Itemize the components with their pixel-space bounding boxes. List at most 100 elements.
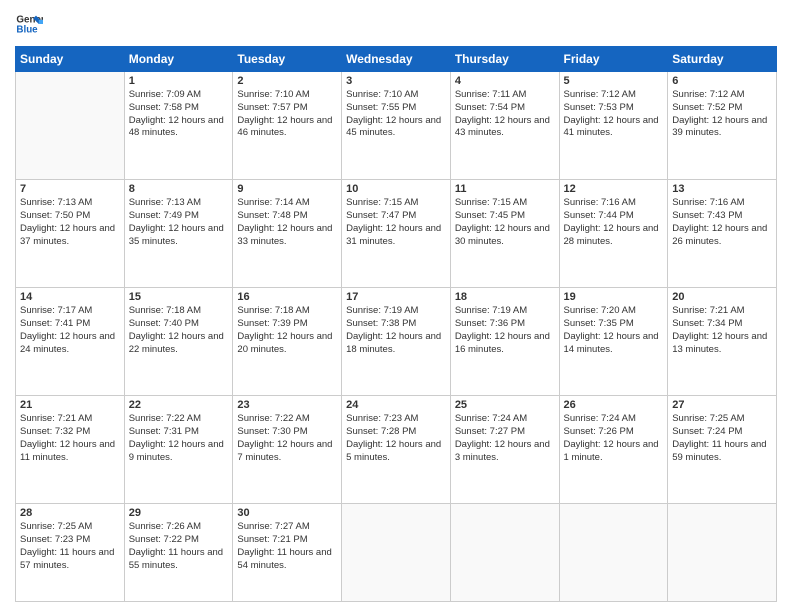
day-number: 3	[346, 75, 446, 87]
day-info: Sunrise: 7:26 AMSunset: 7:22 PMDaylight:…	[129, 521, 229, 572]
cell-empty	[450, 504, 559, 602]
cell-20: 20 Sunrise: 7:21 AMSunset: 7:34 PMDayligh…	[668, 288, 777, 396]
day-number: 23	[237, 399, 337, 411]
cell-3: 3 Sunrise: 7:10 AMSunset: 7:55 PMDaylight…	[342, 72, 451, 180]
cell-1: 1Sunrise: 7:09 AMSunset: 7:58 PMDaylight…	[124, 72, 233, 180]
col-header-sunday: Sunday	[16, 47, 125, 72]
day-info: Sunrise: 7:24 AMSunset: 7:26 PMDaylight:…	[564, 413, 664, 464]
day-info: Sunrise: 7:19 AMSunset: 7:38 PMDaylight:…	[346, 305, 446, 356]
day-number: 18	[455, 291, 555, 303]
day-info: Sunrise: 7:27 AMSunset: 7:21 PMDaylight:…	[237, 521, 337, 572]
day-number: 7	[20, 183, 120, 195]
day-info: Sunrise: 7:17 AMSunset: 7:41 PMDaylight:…	[20, 305, 120, 356]
day-number: 6	[672, 75, 772, 87]
cell-9: 9 Sunrise: 7:14 AMSunset: 7:48 PMDaylight…	[233, 180, 342, 288]
col-header-wednesday: Wednesday	[342, 47, 451, 72]
day-number: 13	[672, 183, 772, 195]
day-number: 8	[129, 183, 229, 195]
day-info: Sunrise: 7:15 AMSunset: 7:45 PMDaylight:…	[455, 197, 555, 248]
cell-28: 28 Sunrise: 7:25 AMSunset: 7:23 PMDayligh…	[16, 504, 125, 602]
cell-6: 6 Sunrise: 7:12 AMSunset: 7:52 PMDaylight…	[668, 72, 777, 180]
day-info: Sunrise: 7:23 AMSunset: 7:28 PMDaylight:…	[346, 413, 446, 464]
cell-16: 16Sunrise: 7:18 AMSunset: 7:39 PMDayligh…	[233, 288, 342, 396]
cell-12: 12 Sunrise: 7:16 AMSunset: 7:44 PMDayligh…	[559, 180, 668, 288]
day-info: Sunrise: 7:22 AMSunset: 7:31 PMDaylight:…	[129, 413, 229, 464]
col-header-monday: Monday	[124, 47, 233, 72]
day-number: 20	[672, 291, 772, 303]
cell-14: 14 Sunrise: 7:17 AMSunset: 7:41 PMDayligh…	[16, 288, 125, 396]
cell-25: 25 Sunrise: 7:24 AMSunset: 7:27 PMDayligh…	[450, 396, 559, 504]
cell-empty	[342, 504, 451, 602]
cell-empty	[559, 504, 668, 602]
day-info: Sunrise: 7:13 AMSunset: 7:49 PMDaylight:…	[129, 197, 229, 248]
cell-13: 13 Sunrise: 7:16 AMSunset: 7:43 PMDayligh…	[668, 180, 777, 288]
day-number: 5	[564, 75, 664, 87]
calendar-table: SundayMondayTuesdayWednesdayThursdayFrid…	[15, 46, 777, 602]
day-number: 30	[237, 507, 337, 519]
cell-15: 15 Sunrise: 7:18 AMSunset: 7:40 PMDayligh…	[124, 288, 233, 396]
logo-icon: General Blue	[15, 10, 43, 38]
day-info: Sunrise: 7:16 AMSunset: 7:43 PMDaylight:…	[672, 197, 772, 248]
day-info: Sunrise: 7:22 AMSunset: 7:30 PMDaylight:…	[237, 413, 337, 464]
col-header-friday: Friday	[559, 47, 668, 72]
cell-empty	[668, 504, 777, 602]
day-number: 29	[129, 507, 229, 519]
day-number: 27	[672, 399, 772, 411]
day-number: 14	[20, 291, 120, 303]
day-number: 24	[346, 399, 446, 411]
day-number: 12	[564, 183, 664, 195]
cell-22: 22Sunrise: 7:22 AMSunset: 7:31 PMDayligh…	[124, 396, 233, 504]
day-number: 26	[564, 399, 664, 411]
day-info: Sunrise: 7:09 AMSunset: 7:58 PMDaylight:…	[129, 89, 229, 140]
cell-24: 24 Sunrise: 7:23 AMSunset: 7:28 PMDayligh…	[342, 396, 451, 504]
day-number: 15	[129, 291, 229, 303]
header: General Blue	[15, 10, 777, 38]
cell-26: 26 Sunrise: 7:24 AMSunset: 7:26 PMDayligh…	[559, 396, 668, 504]
cell-27: 27 Sunrise: 7:25 AMSunset: 7:24 PMDayligh…	[668, 396, 777, 504]
day-info: Sunrise: 7:21 AMSunset: 7:32 PMDaylight:…	[20, 413, 120, 464]
cell-23: 23 Sunrise: 7:22 AMSunset: 7:30 PMDayligh…	[233, 396, 342, 504]
cell-30: 30 Sunrise: 7:27 AMSunset: 7:21 PMDayligh…	[233, 504, 342, 602]
day-number: 17	[346, 291, 446, 303]
day-info: Sunrise: 7:25 AMSunset: 7:23 PMDaylight:…	[20, 521, 120, 572]
day-info: Sunrise: 7:11 AMSunset: 7:54 PMDaylight:…	[455, 89, 555, 140]
cell-4: 4 Sunrise: 7:11 AMSunset: 7:54 PMDaylight…	[450, 72, 559, 180]
cell-21: 21 Sunrise: 7:21 AMSunset: 7:32 PMDayligh…	[16, 396, 125, 504]
day-info: Sunrise: 7:12 AMSunset: 7:52 PMDaylight:…	[672, 89, 772, 140]
day-number: 25	[455, 399, 555, 411]
cell-8: 8 Sunrise: 7:13 AMSunset: 7:49 PMDaylight…	[124, 180, 233, 288]
day-info: Sunrise: 7:21 AMSunset: 7:34 PMDaylight:…	[672, 305, 772, 356]
day-number: 10	[346, 183, 446, 195]
day-info: Sunrise: 7:18 AMSunset: 7:40 PMDaylight:…	[129, 305, 229, 356]
cell-18: 18 Sunrise: 7:19 AMSunset: 7:36 PMDayligh…	[450, 288, 559, 396]
cell-2: 2 Sunrise: 7:10 AMSunset: 7:57 PMDaylight…	[233, 72, 342, 180]
col-header-tuesday: Tuesday	[233, 47, 342, 72]
day-number: 16	[237, 291, 337, 303]
cell-29: 29 Sunrise: 7:26 AMSunset: 7:22 PMDayligh…	[124, 504, 233, 602]
day-number: 21	[20, 399, 120, 411]
day-info: Sunrise: 7:13 AMSunset: 7:50 PMDaylight:…	[20, 197, 120, 248]
day-number: 4	[455, 75, 555, 87]
svg-text:Blue: Blue	[16, 24, 38, 35]
cell-empty	[16, 72, 125, 180]
day-info: Sunrise: 7:19 AMSunset: 7:36 PMDaylight:…	[455, 305, 555, 356]
day-number: 19	[564, 291, 664, 303]
cell-7: 7 Sunrise: 7:13 AMSunset: 7:50 PMDaylight…	[16, 180, 125, 288]
col-header-thursday: Thursday	[450, 47, 559, 72]
day-number: 11	[455, 183, 555, 195]
day-info: Sunrise: 7:24 AMSunset: 7:27 PMDaylight:…	[455, 413, 555, 464]
day-info: Sunrise: 7:10 AMSunset: 7:55 PMDaylight:…	[346, 89, 446, 140]
cell-17: 17 Sunrise: 7:19 AMSunset: 7:38 PMDayligh…	[342, 288, 451, 396]
day-number: 9	[237, 183, 337, 195]
day-info: Sunrise: 7:12 AMSunset: 7:53 PMDaylight:…	[564, 89, 664, 140]
day-info: Sunrise: 7:14 AMSunset: 7:48 PMDaylight:…	[237, 197, 337, 248]
day-number: 2	[237, 75, 337, 87]
cell-10: 10Sunrise: 7:15 AMSunset: 7:47 PMDayligh…	[342, 180, 451, 288]
day-info: Sunrise: 7:25 AMSunset: 7:24 PMDaylight:…	[672, 413, 772, 464]
day-info: Sunrise: 7:16 AMSunset: 7:44 PMDaylight:…	[564, 197, 664, 248]
cell-5: 5 Sunrise: 7:12 AMSunset: 7:53 PMDaylight…	[559, 72, 668, 180]
day-info: Sunrise: 7:20 AMSunset: 7:35 PMDaylight:…	[564, 305, 664, 356]
page: General Blue SundayMondayTuesdayWednesda…	[0, 0, 792, 612]
day-number: 28	[20, 507, 120, 519]
day-info: Sunrise: 7:10 AMSunset: 7:57 PMDaylight:…	[237, 89, 337, 140]
